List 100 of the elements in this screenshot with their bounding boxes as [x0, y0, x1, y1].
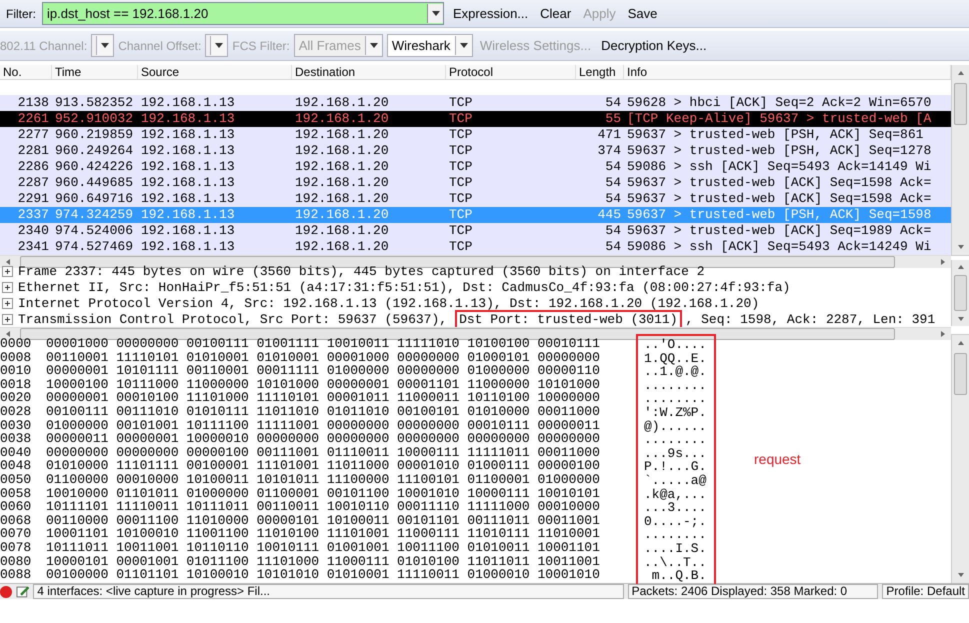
table-cell-text: 445	[596, 207, 622, 223]
ascii-text: 0....-;.	[644, 514, 708, 528]
table-cell-text: 59637 > trusted-web [PSH, ACK] Seq=1278	[626, 143, 932, 159]
ascii-text: m..Q.B.	[650, 569, 708, 583]
ascii-text: `.....a@	[644, 474, 708, 488]
table-cell-text: TCP	[448, 239, 474, 255]
table-cell-text: 2281	[16, 143, 50, 159]
arrow-icon[interactable]	[956, 262, 964, 271]
expand-icon[interactable]	[2, 282, 13, 292]
table-cell-text: 974.527469	[54, 239, 134, 255]
tree-item[interactable]: Frame 2337: 445 bytes on wire (3560 bits), 445 bytes captured (3560 bits) on interface 2	[18, 264, 705, 278]
ascii-text: ........	[644, 433, 708, 447]
toolbar-button[interactable]: Decryption Keys...	[598, 38, 710, 53]
table-cell-text: 960.249264	[54, 143, 134, 159]
table-cell-text: 192.168.1.20	[294, 159, 390, 175]
column-header[interactable]: Destination	[292, 65, 446, 79]
column-header[interactable]: Length	[576, 65, 624, 79]
annotation-label: request	[754, 451, 801, 469]
table-cell-text: 59086 > ssh [ACK] Seq=5493 Ack=14249 Wi	[626, 239, 932, 255]
offset-text: 0028	[0, 404, 32, 419]
offset-text: 0020	[0, 391, 32, 405]
scrollbar-thumb[interactable]	[20, 328, 895, 340]
packet-row[interactable]: 2286 960.424226 192.168.1.13 192.168.1.20 TCP 54 59086 > ssh [ACK] Seq=5493 Ack=14149 Wi	[0, 159, 951, 175]
scrollbar-thumb[interactable]	[954, 83, 967, 125]
table-cell-text: 2337	[16, 207, 50, 223]
bits-text: 00000001 10101111 00110001 00011111 01000000 00000000 01000000 00000110	[46, 364, 601, 378]
table-cell-text: 374	[596, 143, 622, 159]
table-cell-text: 59637 > trusted-web [ACK] Seq=1989 Ack=	[626, 223, 932, 239]
offset-text: 0088	[0, 568, 32, 582]
status-text: 4 interfaces: <live capture in progress> Fil...	[33, 584, 624, 599]
column-header[interactable]: No.	[0, 65, 52, 79]
toolbar-button[interactable]: Expression...	[450, 6, 532, 21]
table-cell-text: 2286	[16, 159, 50, 175]
pencil-icon[interactable]	[16, 585, 30, 598]
arrow-icon[interactable]	[956, 243, 964, 251]
vertical-scrollbar[interactable]	[951, 260, 969, 326]
table-cell-text: 192.168.1.13	[140, 111, 236, 127]
dropdown-button[interactable]	[427, 4, 443, 23]
offset-text: 0030	[0, 418, 32, 432]
offset-text: 0060	[0, 500, 32, 514]
scrollbar-thumb[interactable]	[954, 275, 967, 311]
filter-field[interactable]: ip.dst_host == 192.168.1.20	[42, 2, 444, 25]
toolbar-label: FCS Filter:	[232, 38, 290, 52]
scrollbar-thumb[interactable]	[954, 353, 967, 395]
toolbar-button[interactable]: Clear	[537, 6, 574, 21]
arrow-icon[interactable]	[4, 330, 12, 338]
table-cell-text: 192.168.1.13	[140, 127, 236, 143]
packet-row[interactable]: 2261 952.910032 192.168.1.13 192.168.1.20 TCP 55 [TCP Keep-Alive] 59637 > trusted-web [A	[0, 111, 951, 127]
packet-row[interactable]: 2341 974.527469 192.168.1.13 192.168.1.20 TCP 54 59086 > ssh [ACK] Seq=5493 Ack=14249 Wi	[0, 239, 951, 255]
offset-text: 0078	[0, 540, 32, 554]
bits-text: 10000100 10111000 11000000 10101000 00000001 00001101 11000000 10101000	[46, 378, 601, 392]
table-cell-text: 59637 > trusted-web [ACK] Seq=1598 Ack=	[626, 191, 932, 207]
packet-row[interactable]: 2291 960.649716 192.168.1.13 192.168.1.20 TCP 54 59637 > trusted-web [ACK] Seq=1598 Ack=	[0, 191, 951, 207]
bits-text: 10010000 01101011 01000000 01100001 00101100 10001010 10000111 10010101	[46, 486, 601, 500]
packet-row[interactable]: 2287 960.449685 192.168.1.13 192.168.1.20 TCP 54 59637 > trusted-web [ACK] Seq=1598 Ack=	[0, 175, 951, 191]
arrow-icon[interactable]	[956, 571, 964, 579]
arrow-icon[interactable]	[4, 258, 12, 266]
stop-icon[interactable]	[0, 586, 12, 598]
toolbar-label: 802.11 Channel:	[0, 38, 88, 52]
table-cell-text: 192.168.1.20	[294, 207, 390, 223]
packet-row[interactable]: 2277 960.219859 192.168.1.13 192.168.1.20 TCP 471 59637 > trusted-web [PSH, ACK] Seq=861	[0, 127, 951, 143]
vertical-scrollbar[interactable]	[951, 65, 969, 255]
arrow-icon[interactable]	[939, 330, 947, 338]
dropdown[interactable]: Wireshark	[386, 34, 473, 57]
arrow-icon[interactable]	[956, 69, 964, 77]
table-cell-text: 59637 > trusted-web [PSH, ACK] Seq=861	[626, 127, 924, 143]
horizontal-scrollbar[interactable]	[0, 327, 951, 340]
ascii-text: ..1.@.@.	[644, 365, 708, 379]
arrow-icon[interactable]	[939, 258, 947, 266]
table-cell-text: 54	[604, 191, 622, 207]
table-cell-text: 192.168.1.13	[140, 223, 236, 239]
caret-icon[interactable]	[460, 42, 468, 48]
arrow-icon[interactable]	[956, 315, 964, 324]
table-cell-text: 974.324259	[54, 207, 134, 223]
tree-item[interactable]: Internet Protocol Version 4, Src: 192.168.1.13 (192.168.1.13), Dst: 192.168.1.20 (192.168.1.20)	[18, 296, 760, 310]
column-header[interactable]: Source	[138, 65, 292, 79]
ascii-text: ...3....	[644, 501, 708, 515]
packet-row[interactable]: 2281 960.249264 192.168.1.13 192.168.1.20 TCP 374 59637 > trusted-web [PSH, ACK] Seq=1278	[0, 143, 951, 159]
offset-text: 0038	[0, 432, 32, 446]
expand-icon[interactable]	[2, 266, 13, 276]
table-cell-text: 960.424226	[54, 159, 134, 175]
column-header[interactable]: Time	[52, 65, 138, 79]
table-cell-text: 59637 > trusted-web [PSH, ACK] Seq=1598	[626, 207, 932, 223]
arrow-icon[interactable]	[956, 339, 964, 347]
toolbar-button[interactable]: Save	[624, 6, 660, 21]
packet-row[interactable]: 2138 913.582352 192.168.1.13 192.168.1.20 TCP 54 59628 > hbci [ACK] Seq=2 Ack=2 Win=6570	[0, 95, 951, 111]
table-cell-text: TCP	[448, 111, 474, 127]
expand-icon[interactable]	[2, 314, 13, 324]
expand-icon[interactable]	[2, 298, 13, 308]
packet-row[interactable]: 2340 974.524006 192.168.1.13 192.168.1.20 TCP 54 59637 > trusted-web [ACK] Seq=1989 Ack=	[0, 223, 951, 239]
tree-item[interactable]: Ethernet II, Src: HonHaiPr_f5:51:51 (a4:17:31:f5:51:51), Dst: CadmusCo_4f:93:fa (08:00:27:4f:93:fa)	[18, 280, 790, 294]
column-header[interactable]: Protocol	[446, 65, 576, 79]
offset-text: 0058	[0, 486, 32, 500]
table-cell-text: 960.449685	[54, 175, 134, 191]
caret-icon[interactable]	[432, 10, 440, 16]
table-cell-text: 55	[604, 111, 622, 127]
status-text: Profile: Default	[882, 584, 969, 599]
table-cell-text: 192.168.1.20	[294, 143, 390, 159]
vertical-scrollbar[interactable]	[951, 335, 969, 583]
ascii-text: ........	[644, 378, 708, 392]
